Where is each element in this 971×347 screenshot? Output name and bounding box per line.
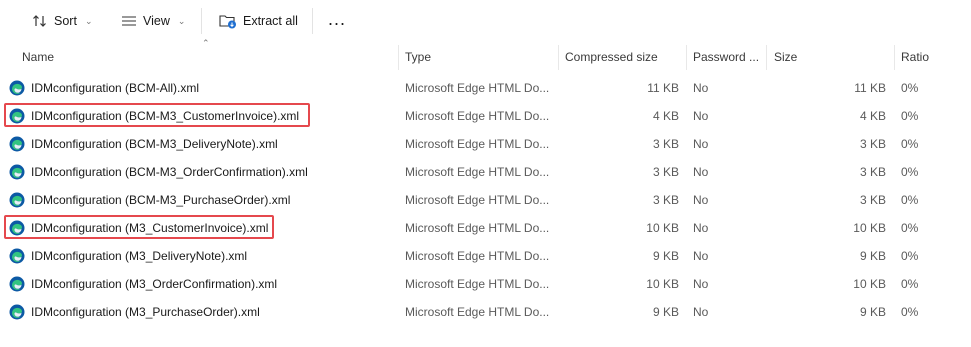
file-compressed-size: 9 KB bbox=[652, 305, 679, 319]
column-divider[interactable] bbox=[894, 45, 895, 70]
file-name: IDMconfiguration (BCM-M3_DeliveryNote).x… bbox=[31, 137, 278, 151]
file-compressed-size: 3 KB bbox=[652, 137, 679, 151]
file-size: 3 KB bbox=[859, 165, 886, 179]
extract-folder-icon bbox=[219, 15, 236, 29]
file-row[interactable]: IDMconfiguration (M3_OrderConfirmation).… bbox=[0, 270, 971, 298]
file-ratio: 0% bbox=[901, 249, 919, 263]
sort-button[interactable]: Sort ⌄ bbox=[32, 8, 92, 34]
file-ratio: 0% bbox=[901, 305, 919, 319]
file-name: IDMconfiguration (M3_PurchaseOrder).xml bbox=[31, 305, 260, 319]
edge-browser-icon bbox=[9, 276, 25, 292]
file-password-protected: No bbox=[693, 81, 709, 95]
file-row[interactable]: IDMconfiguration (BCM-M3_OrderConfirmati… bbox=[0, 158, 971, 186]
file-password-protected: No bbox=[693, 109, 709, 123]
file-size: 9 KB bbox=[859, 305, 886, 319]
file-type: Microsoft Edge HTML Do... bbox=[405, 221, 550, 235]
file-row[interactable]: IDMconfiguration (BCM-M3_PurchaseOrder).… bbox=[0, 186, 971, 214]
file-type: Microsoft Edge HTML Do... bbox=[405, 165, 550, 179]
file-password-protected: No bbox=[693, 137, 709, 151]
file-size: 3 KB bbox=[859, 193, 886, 207]
file-compressed-size: 10 KB bbox=[646, 221, 679, 235]
chevron-down-icon: ⌄ bbox=[177, 15, 186, 26]
file-compressed-size: 3 KB bbox=[652, 165, 679, 179]
file-type: Microsoft Edge HTML Do... bbox=[405, 137, 550, 151]
file-ratio: 0% bbox=[901, 81, 919, 95]
edge-browser-icon bbox=[9, 304, 25, 320]
column-divider[interactable] bbox=[558, 45, 559, 70]
more-options-button[interactable]: ... bbox=[328, 10, 346, 28]
file-size: 3 KB bbox=[859, 137, 886, 151]
sort-label: Sort bbox=[54, 14, 77, 28]
view-list-icon bbox=[122, 16, 136, 26]
file-compressed-size: 11 KB bbox=[647, 81, 679, 95]
file-password-protected: No bbox=[693, 277, 709, 291]
column-header-compressed-size[interactable]: Compressed size bbox=[565, 45, 658, 70]
file-name: IDMconfiguration (BCM-M3_OrderConfirmati… bbox=[31, 165, 308, 179]
file-ratio: 0% bbox=[901, 109, 919, 123]
column-header-row: Name Type Compressed size Password ... S… bbox=[0, 45, 971, 70]
file-compressed-size: 9 KB bbox=[652, 249, 679, 263]
file-ratio: 0% bbox=[901, 137, 919, 151]
file-type: Microsoft Edge HTML Do... bbox=[405, 249, 550, 263]
edge-browser-icon bbox=[9, 220, 25, 236]
column-divider[interactable] bbox=[398, 45, 399, 70]
file-type: Microsoft Edge HTML Do... bbox=[405, 277, 550, 291]
sort-icon bbox=[33, 15, 46, 27]
file-name: IDMconfiguration (M3_CustomerInvoice).xm… bbox=[31, 221, 269, 235]
file-row[interactable]: IDMconfiguration (BCM-M3_DeliveryNote).x… bbox=[0, 130, 971, 158]
file-type: Microsoft Edge HTML Do... bbox=[405, 193, 550, 207]
file-size: 11 KB bbox=[854, 81, 886, 95]
column-header-name[interactable]: Name bbox=[22, 45, 54, 70]
file-ratio: 0% bbox=[901, 193, 919, 207]
file-ratio: 0% bbox=[901, 277, 919, 291]
file-password-protected: No bbox=[693, 249, 709, 263]
file-name: IDMconfiguration (BCM-M3_CustomerInvoice… bbox=[31, 109, 300, 123]
view-label: View bbox=[143, 14, 170, 28]
edge-browser-icon bbox=[9, 192, 25, 208]
file-compressed-size: 4 KB bbox=[652, 109, 679, 123]
extract-all-button[interactable]: Extract all bbox=[219, 8, 298, 34]
file-row[interactable]: IDMconfiguration (BCM-M3_CustomerInvoice… bbox=[0, 102, 971, 130]
column-divider[interactable] bbox=[766, 45, 767, 70]
chevron-down-icon: ⌄ bbox=[84, 15, 93, 26]
edge-browser-icon bbox=[9, 108, 25, 124]
file-row[interactable]: IDMconfiguration (M3_CustomerInvoice).xm… bbox=[0, 214, 971, 242]
file-row[interactable]: IDMconfiguration (M3_DeliveryNote).xml Mi… bbox=[0, 242, 971, 270]
column-header-ratio[interactable]: Ratio bbox=[901, 45, 929, 70]
file-type: Microsoft Edge HTML Do... bbox=[405, 81, 550, 95]
view-button[interactable]: View ⌄ bbox=[121, 8, 185, 34]
toolbar-divider bbox=[201, 8, 202, 34]
file-name: IDMconfiguration (M3_OrderConfirmation).… bbox=[31, 277, 278, 291]
column-header-password[interactable]: Password ... bbox=[693, 45, 759, 70]
edge-browser-icon bbox=[9, 80, 25, 96]
edge-browser-icon bbox=[9, 164, 25, 180]
file-size: 10 KB bbox=[853, 221, 886, 235]
column-divider[interactable] bbox=[686, 45, 687, 70]
file-compressed-size: 10 KB bbox=[646, 277, 679, 291]
file-name: IDMconfiguration (BCM-All).xml bbox=[31, 81, 200, 95]
edge-browser-icon bbox=[9, 136, 25, 152]
column-header-size[interactable]: Size bbox=[774, 45, 797, 70]
extract-all-label: Extract all bbox=[243, 14, 298, 28]
file-ratio: 0% bbox=[901, 165, 919, 179]
file-compressed-size: 3 KB bbox=[652, 193, 679, 207]
command-bar: Sort ⌄ View ⌄ Extract all ... bbox=[0, 0, 971, 42]
file-row[interactable]: IDMconfiguration (BCM-All).xml Microsoft … bbox=[0, 74, 971, 102]
file-password-protected: No bbox=[693, 305, 709, 319]
file-password-protected: No bbox=[693, 221, 709, 235]
file-type: Microsoft Edge HTML Do... bbox=[405, 305, 550, 319]
file-name: IDMconfiguration (BCM-M3_PurchaseOrder).… bbox=[31, 193, 291, 207]
file-size: 4 KB bbox=[859, 109, 886, 123]
edge-browser-icon bbox=[9, 248, 25, 264]
file-password-protected: No bbox=[693, 165, 709, 179]
file-ratio: 0% bbox=[901, 221, 919, 235]
file-password-protected: No bbox=[693, 193, 709, 207]
file-row[interactable]: IDMconfiguration (M3_PurchaseOrder).xml M… bbox=[0, 298, 971, 326]
column-header-type[interactable]: Type bbox=[405, 45, 431, 70]
file-size: 9 KB bbox=[859, 249, 886, 263]
file-size: 10 KB bbox=[853, 277, 886, 291]
toolbar-divider bbox=[312, 8, 313, 34]
file-name: IDMconfiguration (M3_DeliveryNote).xml bbox=[31, 249, 248, 263]
file-type: Microsoft Edge HTML Do... bbox=[405, 109, 550, 123]
